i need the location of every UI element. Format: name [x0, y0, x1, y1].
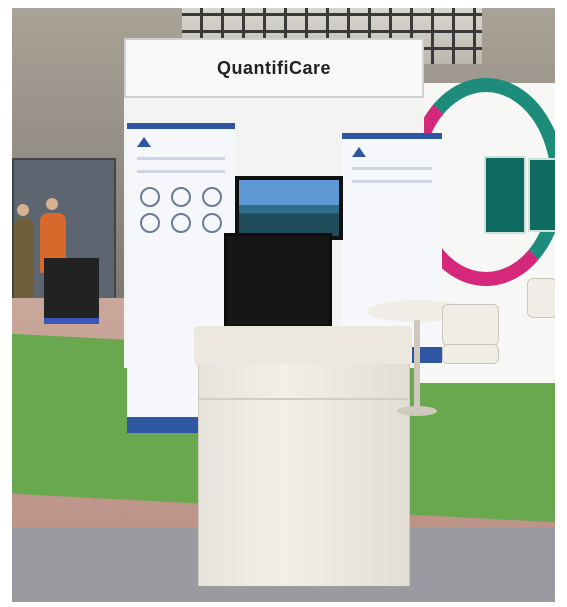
service-icon — [139, 213, 160, 233]
poster-left — [484, 156, 526, 234]
visitor-head — [17, 204, 29, 216]
service-icon — [202, 213, 223, 233]
banner-text-line — [352, 180, 432, 183]
counter-top — [194, 326, 412, 366]
chair-far-right — [527, 278, 555, 318]
banner-text-line — [137, 157, 225, 160]
service-icon — [139, 187, 160, 207]
service-icon — [170, 187, 191, 207]
desk-monitor — [224, 233, 332, 328]
banner-right-logo — [352, 147, 432, 157]
booth-header-sign: QuantifiCare — [124, 38, 424, 98]
tv-screen-image — [239, 180, 339, 236]
banner-icon-grid — [137, 187, 225, 233]
banner-text-line — [352, 167, 432, 170]
wall-tv — [235, 176, 343, 240]
banner-left-logo — [137, 137, 225, 147]
chair-back — [442, 304, 499, 346]
visitor-head — [46, 198, 58, 210]
round-table-leg — [414, 320, 420, 410]
poster-right — [528, 158, 555, 232]
service-icon — [170, 213, 191, 233]
chair-seat — [442, 344, 499, 364]
round-table-base — [397, 406, 437, 416]
visitor-person — [14, 218, 34, 298]
equipment-cart — [44, 258, 99, 324]
counter-seam — [198, 398, 408, 400]
logo-mark-icon — [352, 147, 366, 157]
banner-text-line — [137, 170, 225, 173]
logo-mark-icon — [137, 137, 151, 147]
booth-photo: QuantifiCare — [12, 8, 555, 602]
service-icon — [202, 187, 223, 207]
booth-header-label: QuantifiCare — [216, 57, 332, 78]
